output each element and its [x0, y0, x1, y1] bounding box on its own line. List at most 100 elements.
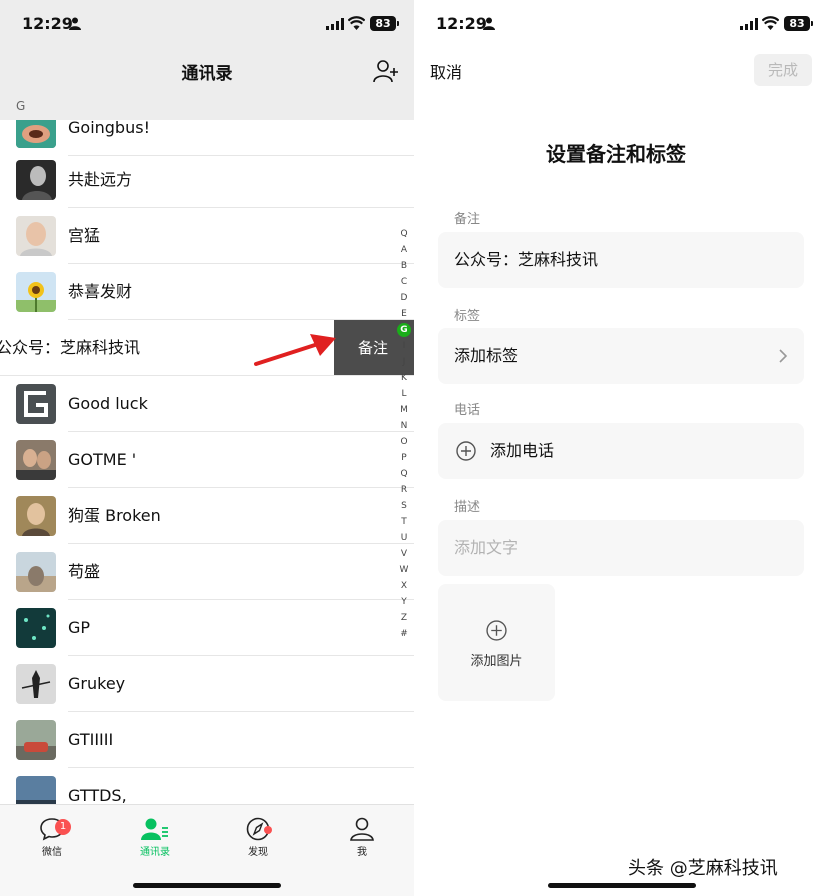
index-letter[interactable]: G	[397, 323, 411, 337]
index-letter[interactable]: Y	[396, 594, 412, 610]
contact-row[interactable]: 恭喜发财	[0, 264, 414, 320]
tab-discover[interactable]: 发现	[228, 817, 288, 858]
index-letter[interactable]: U	[396, 530, 412, 546]
add-friend-icon[interactable]	[373, 59, 399, 83]
index-letter[interactable]: J	[396, 354, 412, 370]
contact-name: GTIIIII	[68, 730, 114, 749]
contact-list: Goingbus! 共赴远方 宫猛 恭喜发财 公众号：芝麻科技讯 备注 Good…	[0, 120, 414, 804]
avatar	[16, 216, 56, 256]
plus-circle-icon	[456, 441, 476, 461]
wifi-icon	[762, 16, 779, 30]
index-letter[interactable]: #	[396, 626, 412, 642]
battery-indicator: 83	[370, 16, 399, 31]
remark-label: 备注	[454, 212, 481, 227]
done-button[interactable]: 完成	[754, 54, 812, 86]
index-letter[interactable]: L	[396, 386, 412, 402]
tab-label: 发现	[248, 847, 268, 858]
contact-row[interactable]: 狗蛋 Broken	[0, 488, 414, 544]
contacts-icon	[141, 818, 168, 840]
tags-field[interactable]: 添加标签	[438, 328, 804, 384]
tab-label: 微信	[42, 847, 62, 858]
index-letter[interactable]: B	[396, 258, 412, 274]
tags-label: 标签	[454, 309, 481, 324]
phone-field[interactable]: 添加电话	[438, 423, 804, 479]
avatar	[16, 272, 56, 312]
contact-row[interactable]: GTTDS,	[0, 768, 414, 804]
description-placeholder: 添加文字	[454, 538, 519, 557]
person-icon	[350, 817, 374, 841]
index-letter[interactable]: P	[396, 450, 412, 466]
focus-person-icon	[69, 17, 81, 30]
contact-name: Goingbus!	[68, 120, 150, 137]
avatar	[16, 496, 56, 536]
signal-icon	[740, 18, 758, 30]
contact-row[interactable]: 苟盛	[0, 544, 414, 600]
index-letter[interactable]: X	[396, 578, 412, 594]
contact-name: GOTME '	[68, 450, 137, 469]
wifi-icon	[348, 16, 365, 30]
index-letter[interactable]: C	[396, 274, 412, 290]
avatar	[16, 720, 56, 760]
index-letter[interactable]: A	[396, 242, 412, 258]
contact-row[interactable]: Goingbus!	[0, 120, 414, 156]
tab-chats[interactable]: 1 微信	[22, 817, 82, 858]
contact-name: 狗蛋 Broken	[68, 506, 161, 525]
index-letter[interactable]: I	[396, 338, 412, 354]
avatar	[16, 440, 56, 480]
index-letter[interactable]: W	[396, 562, 412, 578]
index-letter[interactable]: Z	[396, 610, 412, 626]
section-header: G	[0, 94, 414, 120]
index-letter[interactable]: Q	[396, 226, 412, 242]
index-letter[interactable]: V	[396, 546, 412, 562]
index-letter[interactable]: N	[396, 418, 412, 434]
tab-label: 通讯录	[140, 847, 170, 858]
pointer-arrow	[254, 334, 336, 366]
index-letter[interactable]: Q	[396, 466, 412, 482]
index-letter[interactable]: K	[396, 370, 412, 386]
tab-bar: 1 微信 通讯录 发现 我	[0, 804, 414, 896]
home-indicator	[548, 883, 696, 888]
tab-contacts[interactable]: 通讯录	[125, 817, 185, 858]
index-letter[interactable]: S	[396, 498, 412, 514]
add-photo-button[interactable]: 添加图片	[438, 584, 555, 701]
contact-row[interactable]: GOTME '	[0, 432, 414, 488]
status-time: 12:29	[436, 14, 487, 33]
watermark: 头条 @芝麻科技讯	[628, 858, 778, 879]
alphabet-index[interactable]: Q A B C D E G I J K L M N O P Q R S T U V W X Y Z #	[396, 226, 412, 642]
index-letter[interactable]: E	[396, 306, 412, 322]
description-field[interactable]: 添加文字	[438, 520, 804, 576]
avatar	[16, 552, 56, 592]
plus-circle-icon	[486, 620, 507, 641]
contact-row[interactable]: GTIIIII	[0, 712, 414, 768]
signal-icon	[326, 18, 344, 30]
contact-row[interactable]: Grukey	[0, 656, 414, 712]
index-letter[interactable]: T	[396, 514, 412, 530]
avatar	[16, 664, 56, 704]
remark-value: 公众号：芝麻科技讯	[454, 250, 599, 269]
contact-name: GP	[68, 618, 91, 637]
page-title: 设置备注和标签	[546, 142, 686, 166]
contact-row[interactable]: 共赴远方	[0, 152, 414, 208]
index-letter[interactable]: M	[396, 402, 412, 418]
contact-row[interactable]: 宫猛	[0, 208, 414, 264]
contact-row[interactable]: GP	[0, 600, 414, 656]
index-letter[interactable]: O	[396, 434, 412, 450]
contact-name: Good luck	[68, 394, 148, 413]
battery-indicator: 83	[784, 16, 813, 31]
tab-me[interactable]: 我	[332, 817, 392, 858]
chevron-right-icon	[779, 349, 788, 363]
avatar	[16, 160, 56, 200]
contact-row[interactable]: Good luck	[0, 376, 414, 432]
contact-name: 恭喜发财	[68, 282, 133, 301]
status-bar: 12:29 83	[414, 0, 818, 48]
remark-field[interactable]: 公众号：芝麻科技讯	[438, 232, 804, 288]
page-title: 通讯录	[181, 64, 233, 84]
contact-row-swiped[interactable]: 公众号：芝麻科技讯 备注	[0, 320, 414, 376]
contact-name: GTTDS,	[68, 786, 127, 804]
cancel-button[interactable]: 取消	[430, 59, 462, 83]
index-letter[interactable]: R	[396, 482, 412, 498]
contact-name: Grukey	[68, 674, 126, 693]
index-letter[interactable]: D	[396, 290, 412, 306]
unread-badge: 1	[55, 819, 71, 835]
contacts-screen: 12:29 83 通讯录 G Goingbus! 共赴远方 宫猛 恭喜发财 公众…	[0, 0, 414, 896]
